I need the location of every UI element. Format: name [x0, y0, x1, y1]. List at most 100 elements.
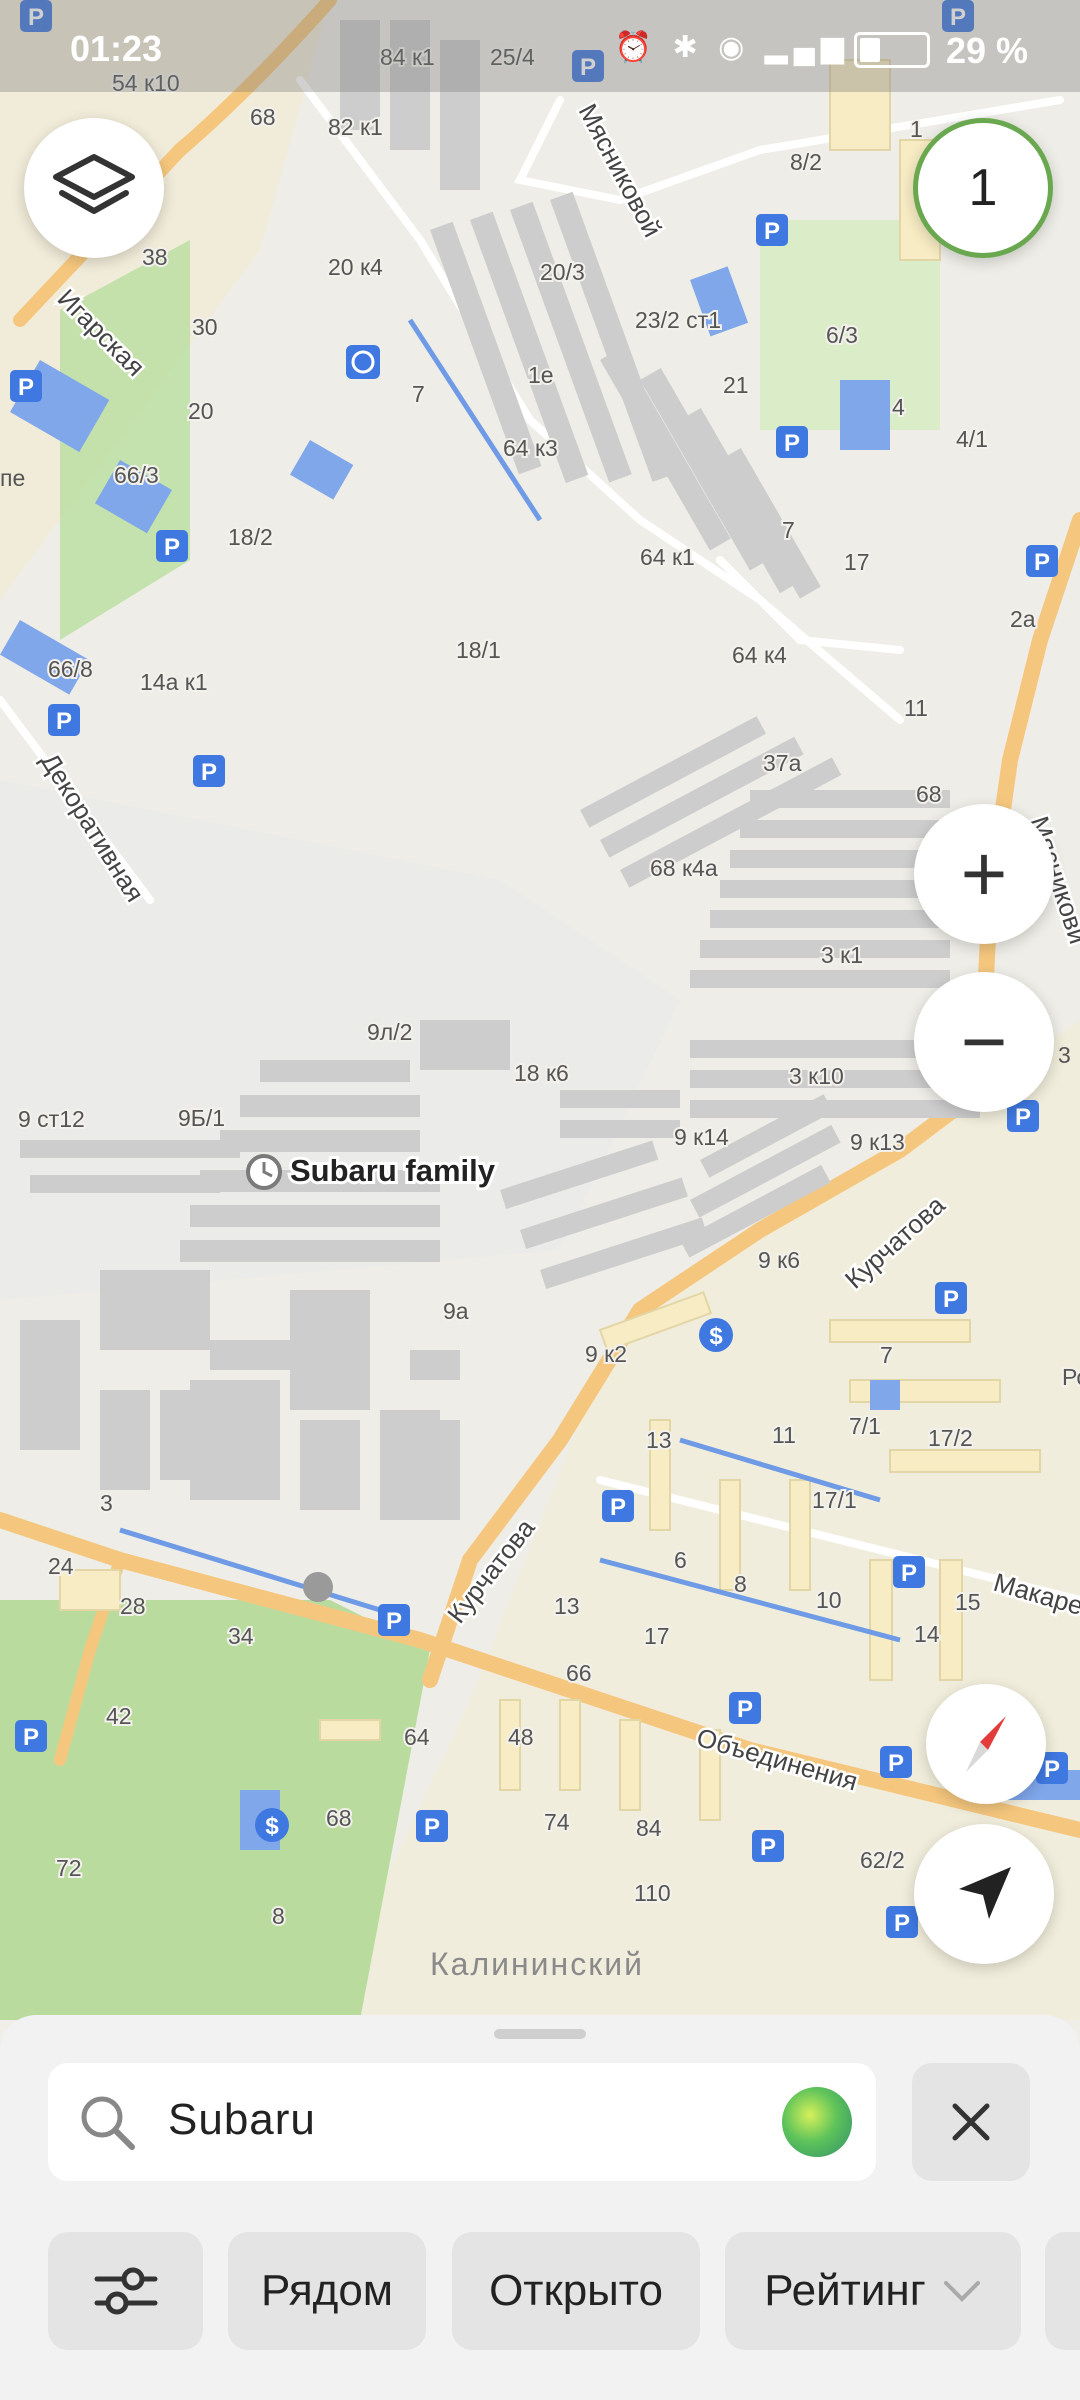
- status-time: 01:23: [70, 28, 163, 69]
- atm-icon-2: $: [255, 1808, 289, 1842]
- house-number: 3 к1: [821, 942, 863, 968]
- search-query[interactable]: Subaru: [168, 2095, 316, 2145]
- battery-percent: 29 %: [945, 30, 1028, 71]
- compass-icon: [966, 1716, 1006, 1772]
- close-icon: [952, 2103, 990, 2141]
- sheet-drag-handle[interactable]: [494, 2029, 586, 2039]
- house-number: 82 к1: [328, 114, 383, 140]
- house-number: 11: [772, 1422, 796, 1448]
- svg-text:P: P: [737, 1696, 753, 1723]
- svg-text:P: P: [894, 1910, 910, 1937]
- svg-text:P: P: [424, 1814, 440, 1841]
- svg-text:P: P: [56, 708, 72, 735]
- house-number: 62/2: [860, 1847, 905, 1873]
- filter-nearby-label: Рядом: [260, 2266, 394, 2315]
- svg-text:P: P: [201, 759, 217, 786]
- svg-text:P: P: [943, 1286, 959, 1313]
- house-number: 1: [910, 116, 923, 142]
- house-number: 13: [646, 1427, 672, 1453]
- house-number: 20 к4: [328, 254, 383, 280]
- my-location-button[interactable]: [914, 1824, 1054, 1964]
- svg-text:P: P: [764, 218, 780, 245]
- svg-text:P: P: [784, 430, 800, 457]
- house-number: 18/2: [228, 524, 273, 550]
- house-number: 28: [120, 1593, 146, 1619]
- house-number: 64 к1: [640, 544, 695, 570]
- house-number: 48: [508, 1724, 534, 1750]
- house-number: 20/3: [540, 259, 585, 285]
- filter-nearby-chip[interactable]: Рядом: [228, 2232, 426, 2350]
- monument-icon: [303, 1572, 333, 1602]
- house-number: 3 к10: [789, 1063, 844, 1089]
- district-label: Калининский: [430, 1946, 644, 1982]
- svg-text:P: P: [610, 1494, 626, 1521]
- house-number: 74: [544, 1809, 570, 1835]
- compass-button[interactable]: [926, 1684, 1046, 1804]
- house-number: 66/8: [48, 656, 93, 682]
- house-number: 17: [644, 1623, 670, 1649]
- filter-more-chip[interactable]: [1045, 2232, 1080, 2350]
- house-number: 64 к4: [732, 642, 787, 668]
- house-number: 66/3: [114, 462, 159, 488]
- house-number: 8: [734, 1571, 747, 1597]
- map-canvas[interactable]: P P P P P P P P P P P P P P P P P P P P …: [0, 0, 1080, 2020]
- house-number: 1е: [528, 362, 554, 388]
- house-number: 110: [634, 1880, 671, 1906]
- house-number: 30: [192, 314, 218, 340]
- house-number: Род: [1062, 1364, 1080, 1390]
- house-number: 14: [914, 1621, 940, 1647]
- atm-icon: $: [699, 1318, 733, 1352]
- notification-count: 1: [968, 159, 998, 217]
- navigation-arrow-icon: [959, 1867, 1011, 1919]
- house-number: 7/1: [849, 1413, 881, 1439]
- notification-badge-button[interactable]: 1: [913, 118, 1053, 258]
- filter-open-chip[interactable]: Открыто: [452, 2232, 700, 2350]
- edge-label: пе: [0, 465, 25, 491]
- subaru-poi-marker: [246, 1154, 282, 1190]
- house-number: 8/2: [790, 149, 822, 175]
- battery-icon: [854, 32, 930, 68]
- search-field[interactable]: Subaru: [48, 2063, 876, 2181]
- house-number: 15: [955, 1589, 981, 1615]
- house-number: 34: [228, 1623, 254, 1649]
- search-icon: [81, 2096, 135, 2150]
- subaru-poi-label[interactable]: Subaru family: [287, 1150, 499, 1191]
- house-number: 18/1: [456, 637, 501, 663]
- svg-text:P: P: [760, 1834, 776, 1861]
- house-number: 18 к6: [514, 1060, 569, 1086]
- house-number: 11: [904, 695, 928, 721]
- svg-text:P: P: [23, 1724, 39, 1751]
- house-number: 7: [782, 517, 795, 543]
- house-number: 7: [412, 381, 425, 407]
- house-number: 9Б/1: [178, 1105, 225, 1131]
- house-number: 17/1: [812, 1487, 857, 1513]
- house-number: 6/3: [826, 322, 858, 348]
- house-number: 64 к3: [503, 435, 558, 461]
- zoom-in-button[interactable]: +: [914, 804, 1054, 944]
- house-number: 68: [250, 104, 276, 130]
- svg-text:$: $: [265, 1813, 279, 1840]
- park-area: [0, 1600, 430, 2020]
- plus-icon: +: [960, 829, 1008, 918]
- filter-settings-button[interactable]: [48, 2232, 203, 2350]
- layers-button[interactable]: [24, 118, 164, 258]
- house-number: 17: [844, 549, 870, 575]
- house-number: 10: [816, 1587, 842, 1613]
- house-number: 9 ст12: [18, 1106, 85, 1132]
- house-number: 7: [880, 1342, 893, 1368]
- clear-search-button[interactable]: [912, 2063, 1030, 2181]
- svg-text:P: P: [1015, 1104, 1031, 1131]
- house-number: 17/2: [928, 1425, 973, 1451]
- svg-text:P: P: [164, 534, 180, 561]
- svg-text:P: P: [18, 374, 34, 401]
- house-number: 72: [56, 1855, 82, 1881]
- filter-rating-chip[interactable]: Рейтинг: [725, 2232, 1021, 2350]
- filter-rating-label: Рейтинг: [764, 2266, 926, 2315]
- zoom-out-button[interactable]: −: [914, 972, 1054, 1112]
- voice-assistant-icon[interactable]: [782, 2087, 852, 2157]
- house-number: 68 к4а: [650, 855, 718, 881]
- svg-text:P: P: [888, 1750, 904, 1777]
- house-number: 24: [48, 1553, 74, 1579]
- filter-open-label: Открыто: [489, 2266, 663, 2315]
- house-number: 23/2 ст1: [635, 307, 721, 333]
